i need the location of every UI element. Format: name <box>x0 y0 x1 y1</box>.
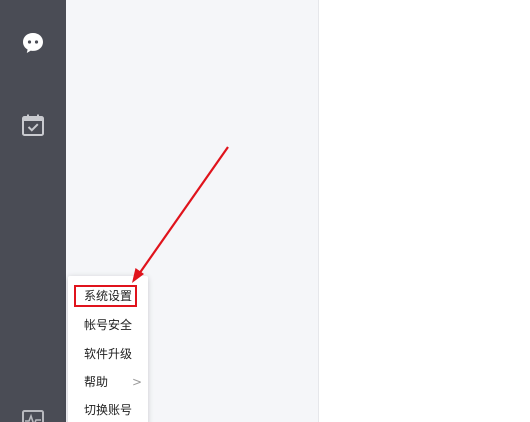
menu-item-label: 切换账号 <box>84 403 133 417</box>
menu-item-system-settings[interactable]: 系统设置 <box>68 282 148 310</box>
chat-bubble-icon[interactable] <box>20 30 46 56</box>
menu-item-switch-account[interactable]: 切换账号 <box>68 396 148 422</box>
menu-item-software-upgrade[interactable]: 软件升级 <box>68 340 148 368</box>
calendar-check-icon[interactable] <box>20 112 46 138</box>
chevron-right-icon: > <box>131 375 142 389</box>
menu-item-account-security[interactable]: 帐号安全 <box>68 311 148 339</box>
menu-item-label: 软件升级 <box>84 347 133 361</box>
menu-item-label: 帐号安全 <box>84 318 133 332</box>
sidebar <box>0 0 66 422</box>
menu-item-help[interactable]: 帮助 > <box>68 368 148 396</box>
content-area <box>319 0 530 422</box>
app-window: 系统设置 帐号安全 软件升级 帮助 > 切换账号 <box>0 0 530 422</box>
activity-icon[interactable] <box>20 408 46 422</box>
settings-menu: 系统设置 帐号安全 软件升级 帮助 > 切换账号 <box>68 276 148 422</box>
menu-item-label: 系统设置 <box>84 289 133 303</box>
menu-item-label: 帮助 <box>84 375 109 389</box>
